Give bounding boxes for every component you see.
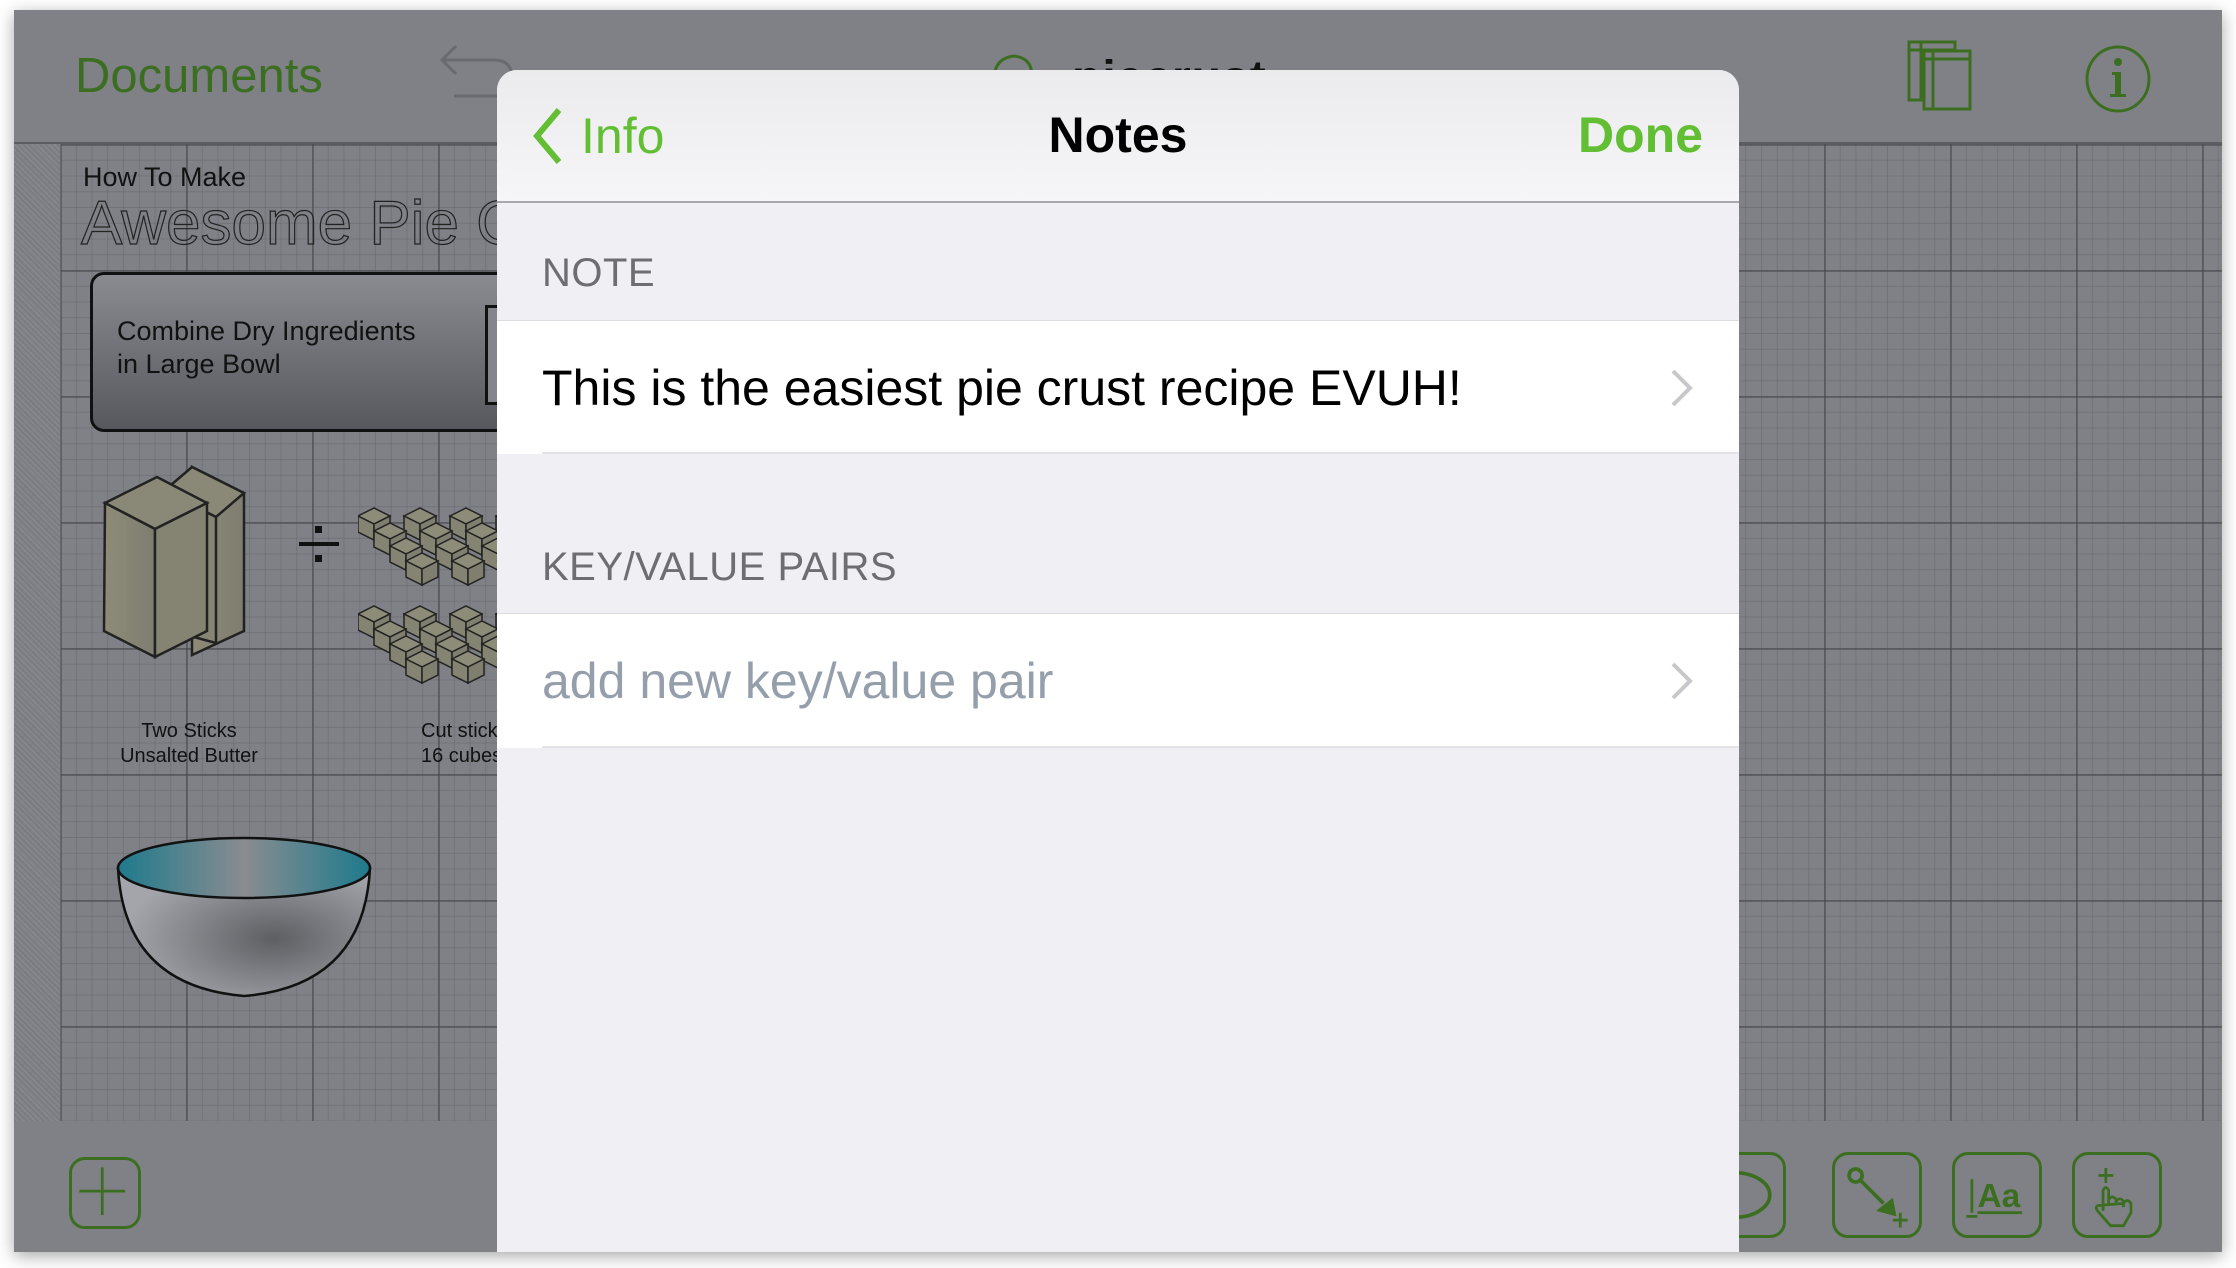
app-window: Documents piecrust How To — [14, 10, 2222, 1252]
row-separator — [542, 452, 1739, 454]
note-text: This is the easiest pie crust recipe EVU… — [542, 359, 1462, 416]
section-header-key-value-pairs: KEY/VALUE PAIRS — [542, 545, 898, 589]
chevron-right-icon — [1671, 369, 1693, 406]
butter-cube — [450, 552, 486, 587]
touch-tool-icon — [2094, 1168, 2133, 1228]
touch-tool-button[interactable] — [2072, 1152, 2162, 1238]
info-icon[interactable] — [2083, 44, 2153, 114]
add-button[interactable] — [69, 1157, 141, 1229]
connection-tool-button[interactable] — [1832, 1152, 1922, 1238]
done-button[interactable]: Done — [1578, 106, 1703, 164]
butter-caption[interactable]: Two Sticks Unsalted Butter — [89, 719, 289, 769]
text-tool-icon: Aa — [1966, 1178, 2023, 1218]
divide-symbol — [296, 514, 342, 574]
step-shape-text: Combine Dry Ingredients in Large Bowl — [117, 315, 416, 381]
note-row[interactable]: This is the easiest pie crust recipe EVU… — [497, 320, 1739, 454]
butter-cube — [404, 650, 440, 685]
row-separator — [542, 746, 1739, 748]
canvases-icon[interactable] — [1907, 40, 1973, 112]
add-key-value-placeholder: add new key/value pair — [542, 653, 1054, 709]
step-text-line1: Combine Dry Ingredients — [117, 316, 416, 346]
butter-caption-line2: Unsalted Butter — [120, 745, 258, 767]
butter-caption-line1: Two Sticks — [141, 720, 237, 742]
section-header-note: NOTE — [542, 251, 656, 295]
step-shape[interactable]: Combine Dry Ingredients in Large Bowl — [90, 272, 556, 432]
add-key-value-row[interactable]: add new key/value pair — [497, 613, 1739, 748]
canvas-margin — [14, 144, 61, 1121]
notes-modal: Info Notes Done NOTE This is the easiest… — [497, 70, 1739, 1252]
add-icon — [79, 1167, 126, 1215]
connection-tool-icon — [1847, 1167, 1908, 1228]
step-text-line2: in Large Bowl — [117, 349, 281, 379]
butter-sticks-graphic[interactable] — [94, 459, 284, 659]
butter-cubes-graphic[interactable] — [358, 498, 518, 698]
modal-nav-bar: Info Notes Done — [497, 70, 1739, 203]
modal-title: Notes — [1048, 107, 1188, 163]
butter-cube — [404, 552, 440, 587]
documents-button[interactable]: Documents — [75, 48, 323, 104]
butter-cube — [450, 650, 486, 685]
svg-text:Aa: Aa — [1977, 1178, 2020, 1215]
mixing-bowl-graphic[interactable] — [114, 836, 374, 1002]
text-tool-button[interactable]: Aa — [1952, 1152, 2042, 1238]
chevron-right-icon — [1671, 662, 1693, 700]
